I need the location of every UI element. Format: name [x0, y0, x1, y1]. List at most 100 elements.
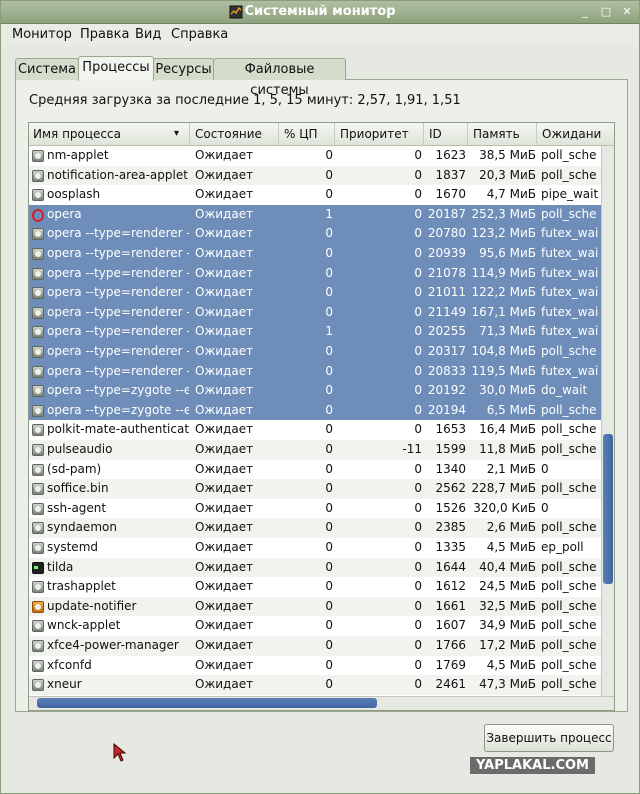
- close-icon[interactable]: ✕: [619, 4, 635, 20]
- table-row[interactable]: opera --type=renderer -- Ожидает 0 0 20939 95…: [29, 244, 601, 264]
- cell-state: Ожидает: [195, 520, 254, 535]
- cell-id: 20194: [427, 402, 466, 417]
- table-row[interactable]: notification-area-applet Ожидает 0 0 1837 20,…: [29, 165, 601, 186]
- cell-id: 1837: [435, 167, 466, 182]
- cell-cpu: 0: [325, 559, 333, 574]
- cell-id: 2562: [435, 481, 466, 496]
- maximize-icon[interactable]: □: [598, 4, 614, 20]
- title-bar[interactable]: Системный монитор _ □ ✕: [1, 1, 639, 24]
- cell-id: 21149: [427, 304, 466, 319]
- table-row[interactable]: tilda Ожидает 0 0 1644 40,4 МиБ poll_sche: [29, 557, 601, 578]
- generic-icon: [32, 267, 44, 280]
- table-row[interactable]: ssh-agent Ожидает 0 0 1526 320,0 КиБ 0: [29, 499, 601, 519]
- cell-cpu: 0: [325, 187, 333, 202]
- table-row[interactable]: opera --type=renderer -- Ожидает 0 0 20317 10…: [29, 342, 601, 362]
- table-row[interactable]: opera --type=zygote --en Ожидает 0 0 20194 6,…: [29, 400, 601, 421]
- cell-id: 1623: [435, 148, 466, 162]
- table-row[interactable]: opera --type=zygote --en Ожидает 0 0 20192 30…: [29, 381, 601, 401]
- cell-wait: futex_wai: [541, 265, 599, 280]
- cell-cpu: 0: [325, 285, 333, 300]
- cell-prio: 0: [414, 246, 422, 260]
- menu-edit[interactable]: Правка: [80, 27, 129, 42]
- horizontal-scrollbar[interactable]: [29, 696, 614, 710]
- table-row[interactable]: opera --type=renderer -- Ожидает 0 0 21078 11…: [29, 263, 601, 284]
- table-row[interactable]: pulseaudio Ожидает 0 -11 1599 11,8 МиБ poll_sc…: [29, 440, 601, 460]
- cell-mem: 167,1 МиБ: [471, 304, 536, 319]
- column-state[interactable]: Состояние: [191, 123, 279, 145]
- cell-state: Ожидает: [195, 559, 254, 574]
- table-row[interactable]: opera --type=renderer -- Ожидает 0 0 21011 12…: [29, 283, 601, 303]
- table-row[interactable]: update-notifier Ожидает 0 0 1661 32,5 МиБ poll…: [29, 596, 601, 617]
- table-row[interactable]: xfce4-power-manager Ожидает 0 0 1766 17,2 МиБ…: [29, 636, 601, 656]
- table-row[interactable]: trashapplet Ожидает 0 0 1612 24,5 МиБ poll_sch…: [29, 577, 601, 597]
- table-row[interactable]: polkit-mate-authenticatio Ожидает 0 0 1653 16…: [29, 420, 601, 440]
- table-row[interactable]: opera --type=renderer -- Ожидает 0 0 20833 11…: [29, 361, 601, 382]
- column-cpu[interactable]: % ЦП: [280, 123, 335, 145]
- window-title: Системный монитор: [244, 4, 396, 19]
- cell-state: Ожидает: [195, 206, 254, 221]
- cell-name: tilda: [47, 559, 74, 574]
- table-row[interactable]: oosplash Ожидает 0 0 1670 4,7 МиБ pipe_wait: [29, 185, 601, 205]
- cell-wait: futex_wai: [541, 246, 599, 260]
- tab-system[interactable]: Система: [15, 58, 79, 80]
- cell-state: Ожидает: [195, 304, 254, 319]
- cell-state: Ожидает: [195, 402, 254, 417]
- table-row[interactable]: opera Ожидает 1 0 20187 252,3 МиБ poll_sche: [29, 204, 601, 225]
- cell-id: 1644: [435, 559, 466, 574]
- table-row[interactable]: systemd Ожидает 0 0 1335 4,5 МиБ ep_poll: [29, 538, 601, 558]
- cell-cpu: 0: [325, 344, 333, 358]
- menu-help[interactable]: Справка: [171, 27, 228, 42]
- cell-wait: pipe_wait: [541, 187, 599, 202]
- cell-name: opera --type=renderer --: [47, 344, 189, 358]
- tab-filesystems[interactable]: Файловые системы: [213, 58, 346, 98]
- table-row[interactable]: syndaemon Ожидает 0 0 2385 2,6 МиБ poll_sche: [29, 518, 601, 538]
- minimize-icon[interactable]: _: [577, 4, 593, 20]
- cell-cpu: 0: [325, 148, 333, 162]
- column-priority[interactable]: Приоритет: [336, 123, 424, 145]
- cell-wait: poll_sche: [541, 618, 597, 633]
- column-memory[interactable]: Память: [469, 123, 537, 145]
- generic-icon: [32, 326, 44, 339]
- cell-cpu: 0: [325, 246, 333, 260]
- table-row[interactable]: wnck-applet Ожидает 0 0 1607 34,9 МиБ poll_sch…: [29, 616, 601, 636]
- column-name-label: Имя процесса: [33, 127, 121, 141]
- menu-monitor[interactable]: Монитор: [12, 27, 72, 42]
- cell-wait: futex_wai: [541, 304, 599, 319]
- cell-id: 20192: [427, 383, 466, 398]
- column-id[interactable]: ID: [425, 123, 468, 145]
- table-row[interactable]: xneur Ожидает 0 0 2461 47,3 МиБ poll_sche: [29, 675, 601, 695]
- menu-view[interactable]: Вид: [135, 27, 161, 42]
- cell-state: Ожидает: [195, 383, 254, 398]
- table-row[interactable]: opera --type=renderer -- Ожидает 0 0 21149 16…: [29, 302, 601, 323]
- cell-id: 20255: [427, 324, 466, 339]
- column-name[interactable]: Имя процесса ▾: [29, 123, 190, 145]
- cell-mem: 119,5 МиБ: [471, 363, 536, 378]
- cell-id: 1335: [435, 540, 466, 554]
- cell-name: wnck-applet: [47, 618, 121, 633]
- cell-cpu: 1: [325, 206, 333, 221]
- table-row[interactable]: opera --type=renderer -- Ожидает 1 0 20255 71…: [29, 322, 601, 342]
- cell-mem: 38,5 МиБ: [479, 148, 536, 162]
- generic-icon: [32, 150, 44, 162]
- tab-resources[interactable]: Ресурсы: [153, 58, 214, 80]
- horizontal-scroll-thumb[interactable]: [37, 698, 377, 708]
- cell-mem: 320,0 КиБ: [473, 500, 536, 515]
- cell-id: 21011: [427, 285, 466, 300]
- table-row[interactable]: xfconfd Ожидает 0 0 1769 4,5 МиБ poll_sche: [29, 656, 601, 676]
- column-wait[interactable]: Ожидани: [538, 123, 614, 145]
- update-icon: [32, 600, 44, 613]
- cell-state: Ожидает: [195, 285, 254, 300]
- tab-processes[interactable]: Процессы: [78, 56, 154, 81]
- table-row[interactable]: soffice.bin Ожидает 0 0 2562 228,7 МиБ poll_sc…: [29, 479, 601, 499]
- end-process-button[interactable]: Завершить процесс: [484, 724, 614, 752]
- table-row[interactable]: opera --type=renderer -- Ожидает 0 0 20780 12…: [29, 224, 601, 244]
- cell-prio: 0: [414, 344, 422, 358]
- vertical-scrollbar[interactable]: [601, 146, 614, 696]
- cell-id: 20939: [427, 246, 466, 260]
- vertical-scroll-thumb[interactable]: [603, 434, 613, 584]
- generic-icon: [32, 169, 44, 182]
- cell-name: xfconfd: [47, 657, 92, 672]
- cell-mem: 104,8 МиБ: [471, 344, 536, 358]
- table-row[interactable]: nm-applet Ожидает 0 0 1623 38,5 МиБ poll_sche: [29, 146, 601, 166]
- table-row[interactable]: (sd-pam) Ожидает 0 0 1340 2,1 МиБ 0: [29, 460, 601, 480]
